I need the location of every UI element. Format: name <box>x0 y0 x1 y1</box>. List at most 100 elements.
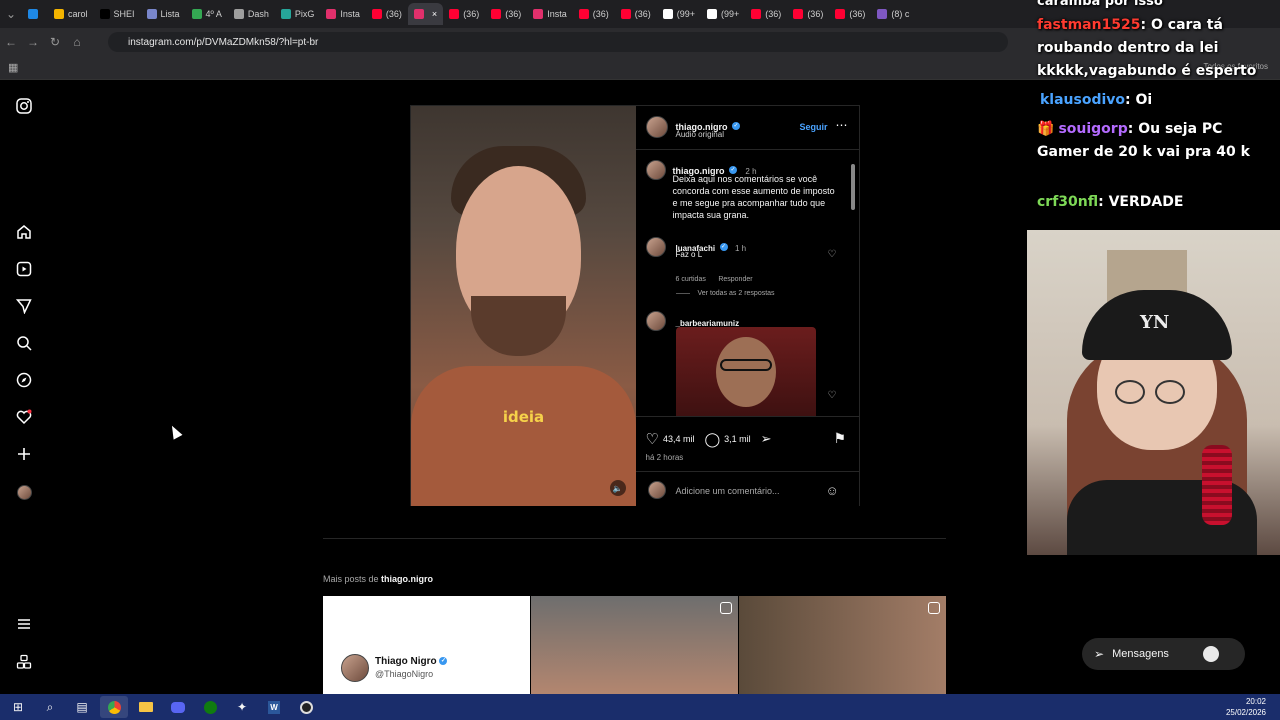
instagram-sidebar <box>0 80 48 694</box>
comment2-avatar[interactable] <box>645 311 666 331</box>
tab-close-icon[interactable]: × <box>432 9 437 19</box>
reel-video[interactable]: ideia 🔈 <box>411 106 636 506</box>
glasses-right <box>1155 380 1185 404</box>
scrollbar-thumb[interactable] <box>850 164 855 210</box>
home-nav-icon[interactable] <box>14 222 34 242</box>
grid-post-1[interactable]: Thiago Nigro ✓ @ThiagoNigro <box>323 596 530 694</box>
tab-label: Dash <box>247 9 269 19</box>
comment-like-icon[interactable]: ♡ <box>828 249 837 260</box>
browser-tab[interactable]: Dash <box>228 3 275 25</box>
explore-nav-icon[interactable] <box>14 370 34 390</box>
chat-user-3: souigorp <box>1058 121 1128 137</box>
comment-bubble-icon[interactable]: ◯ <box>704 431 720 448</box>
reload-icon[interactable]: ↻ <box>44 31 66 53</box>
direct-nav-icon[interactable] <box>14 296 34 316</box>
browser-tab[interactable]: × <box>407 3 444 25</box>
view-replies-button[interactable]: Ver todas as 2 respostas <box>698 290 775 297</box>
obs-icon[interactable] <box>292 696 320 718</box>
tab-favicon-icon <box>54 9 64 19</box>
emoji-icon[interactable]: ☺ <box>826 483 839 498</box>
browser-tab[interactable]: SHEI <box>94 3 141 25</box>
browser-tab[interactable]: 4º A <box>186 3 228 25</box>
menu-hamburger-icon[interactable] <box>14 614 34 634</box>
apps-grid-icon[interactable]: ▦ <box>8 61 18 74</box>
card-avatar <box>341 654 369 682</box>
browser-tab[interactable]: Insta <box>320 3 366 25</box>
chrome-taskbar-icon[interactable] <box>100 696 128 718</box>
browser-tab[interactable]: carol <box>48 3 94 25</box>
browser-tab[interactable]: PixG <box>275 3 321 25</box>
verified-badge-icon: ✓ <box>731 121 740 130</box>
tab-favicon-icon <box>578 9 589 19</box>
home-icon[interactable]: ⌂ <box>66 31 88 53</box>
follow-button[interactable]: Seguir <box>800 122 828 132</box>
word-icon[interactable]: W <box>260 696 288 718</box>
video-person-shirt <box>411 366 636 506</box>
back-icon[interactable]: ← <box>0 31 22 53</box>
create-plus-icon[interactable] <box>14 444 34 464</box>
chat-text-4: : VERDADE <box>1098 194 1184 210</box>
author-avatar[interactable] <box>645 116 668 138</box>
comment2-like-icon[interactable]: ♡ <box>828 390 837 401</box>
reels-nav-icon[interactable] <box>14 259 34 279</box>
more-options-icon[interactable]: ⋯ <box>836 118 848 132</box>
comment-avatar[interactable] <box>645 237 666 257</box>
comment-likes[interactable]: 6 curtidas <box>676 276 706 283</box>
notifications-heart-icon[interactable] <box>14 407 34 427</box>
browser-tab[interactable]: Insta <box>527 3 573 25</box>
browser-tab[interactable]: (36) <box>443 3 485 25</box>
grid-post-3[interactable] <box>739 596 946 694</box>
tab-favicon-icon <box>707 9 718 19</box>
browser-tab[interactable]: (36) <box>787 3 829 25</box>
instagram-logo-icon[interactable] <box>14 96 34 116</box>
task-view-icon[interactable]: ▤ <box>68 696 96 718</box>
save-bookmark-icon[interactable]: ⚑ <box>834 430 847 447</box>
search-nav-icon[interactable] <box>14 333 34 353</box>
tab-label: Lista <box>160 9 180 19</box>
add-comment-input[interactable]: Adicione um comentário... <box>676 486 780 496</box>
tab-search-icon[interactable]: ⌄ <box>0 3 22 25</box>
like-count[interactable]: 43,4 mil <box>663 434 695 444</box>
browser-tab[interactable]: (36) <box>829 3 871 25</box>
file-explorer-icon[interactable] <box>132 696 160 718</box>
system-clock[interactable]: 20:02 25/02/2026 <box>1226 696 1266 718</box>
browser-tab[interactable]: (8) c <box>871 3 915 25</box>
start-windows-icon[interactable]: ⊞ <box>4 696 32 718</box>
browser-tab[interactable]: (99+ <box>701 3 745 25</box>
taskbar-search-icon[interactable]: ⌕ <box>36 696 64 718</box>
audio-label[interactable]: Áudio original <box>676 130 724 139</box>
browser-tab[interactable] <box>22 3 48 25</box>
grid-post-2[interactable] <box>531 596 738 694</box>
discord-icon[interactable] <box>164 696 192 718</box>
comment-reply-button[interactable]: Responder <box>718 276 752 283</box>
browser-tab[interactable]: (99+ <box>657 3 701 25</box>
comments-scrollbar[interactable] <box>850 154 858 412</box>
browser-tab[interactable]: (36) <box>615 3 657 25</box>
clock-time: 20:02 <box>1245 697 1266 706</box>
messages-avatars <box>1202 646 1219 662</box>
tab-label: (36) <box>592 9 609 19</box>
share-icon[interactable]: ➢ <box>761 431 772 447</box>
mute-icon[interactable]: 🔈 <box>609 480 626 496</box>
browser-tab[interactable]: (36) <box>366 3 408 25</box>
comments-scroll-area[interactable]: thiago.nigro ✓ 2 h Deixa aqui nos coment… <box>636 150 860 416</box>
reel-indicator-icon <box>720 602 732 614</box>
streamer-webcam: YN <box>1027 230 1280 555</box>
forward-icon[interactable]: → <box>22 31 44 53</box>
browser-tab[interactable]: (36) <box>573 3 615 25</box>
browser-tab[interactable]: (36) <box>485 3 527 25</box>
browser-tab[interactable]: (36) <box>745 3 787 25</box>
comment-image[interactable] <box>675 327 816 416</box>
comment-count[interactable]: 3,1 mil <box>724 434 751 444</box>
mouse-cursor <box>167 423 183 440</box>
profile-avatar-icon[interactable] <box>14 482 34 502</box>
more-posts-author[interactable]: thiago.nigro <box>381 574 433 584</box>
xbox-icon[interactable] <box>196 696 224 718</box>
caption-author-avatar[interactable] <box>645 160 666 180</box>
security-shield-icon[interactable]: ✦ <box>228 696 256 718</box>
url-field[interactable]: instagram.com/p/DVMaZDMkn58/?hl=pt-br <box>108 32 1008 52</box>
also-from-meta-icon[interactable] <box>14 652 34 672</box>
messages-button[interactable]: ➢ Mensagens <box>1082 638 1245 670</box>
like-heart-icon[interactable]: ♡ <box>646 430 659 448</box>
browser-tab[interactable]: Lista <box>141 3 186 25</box>
